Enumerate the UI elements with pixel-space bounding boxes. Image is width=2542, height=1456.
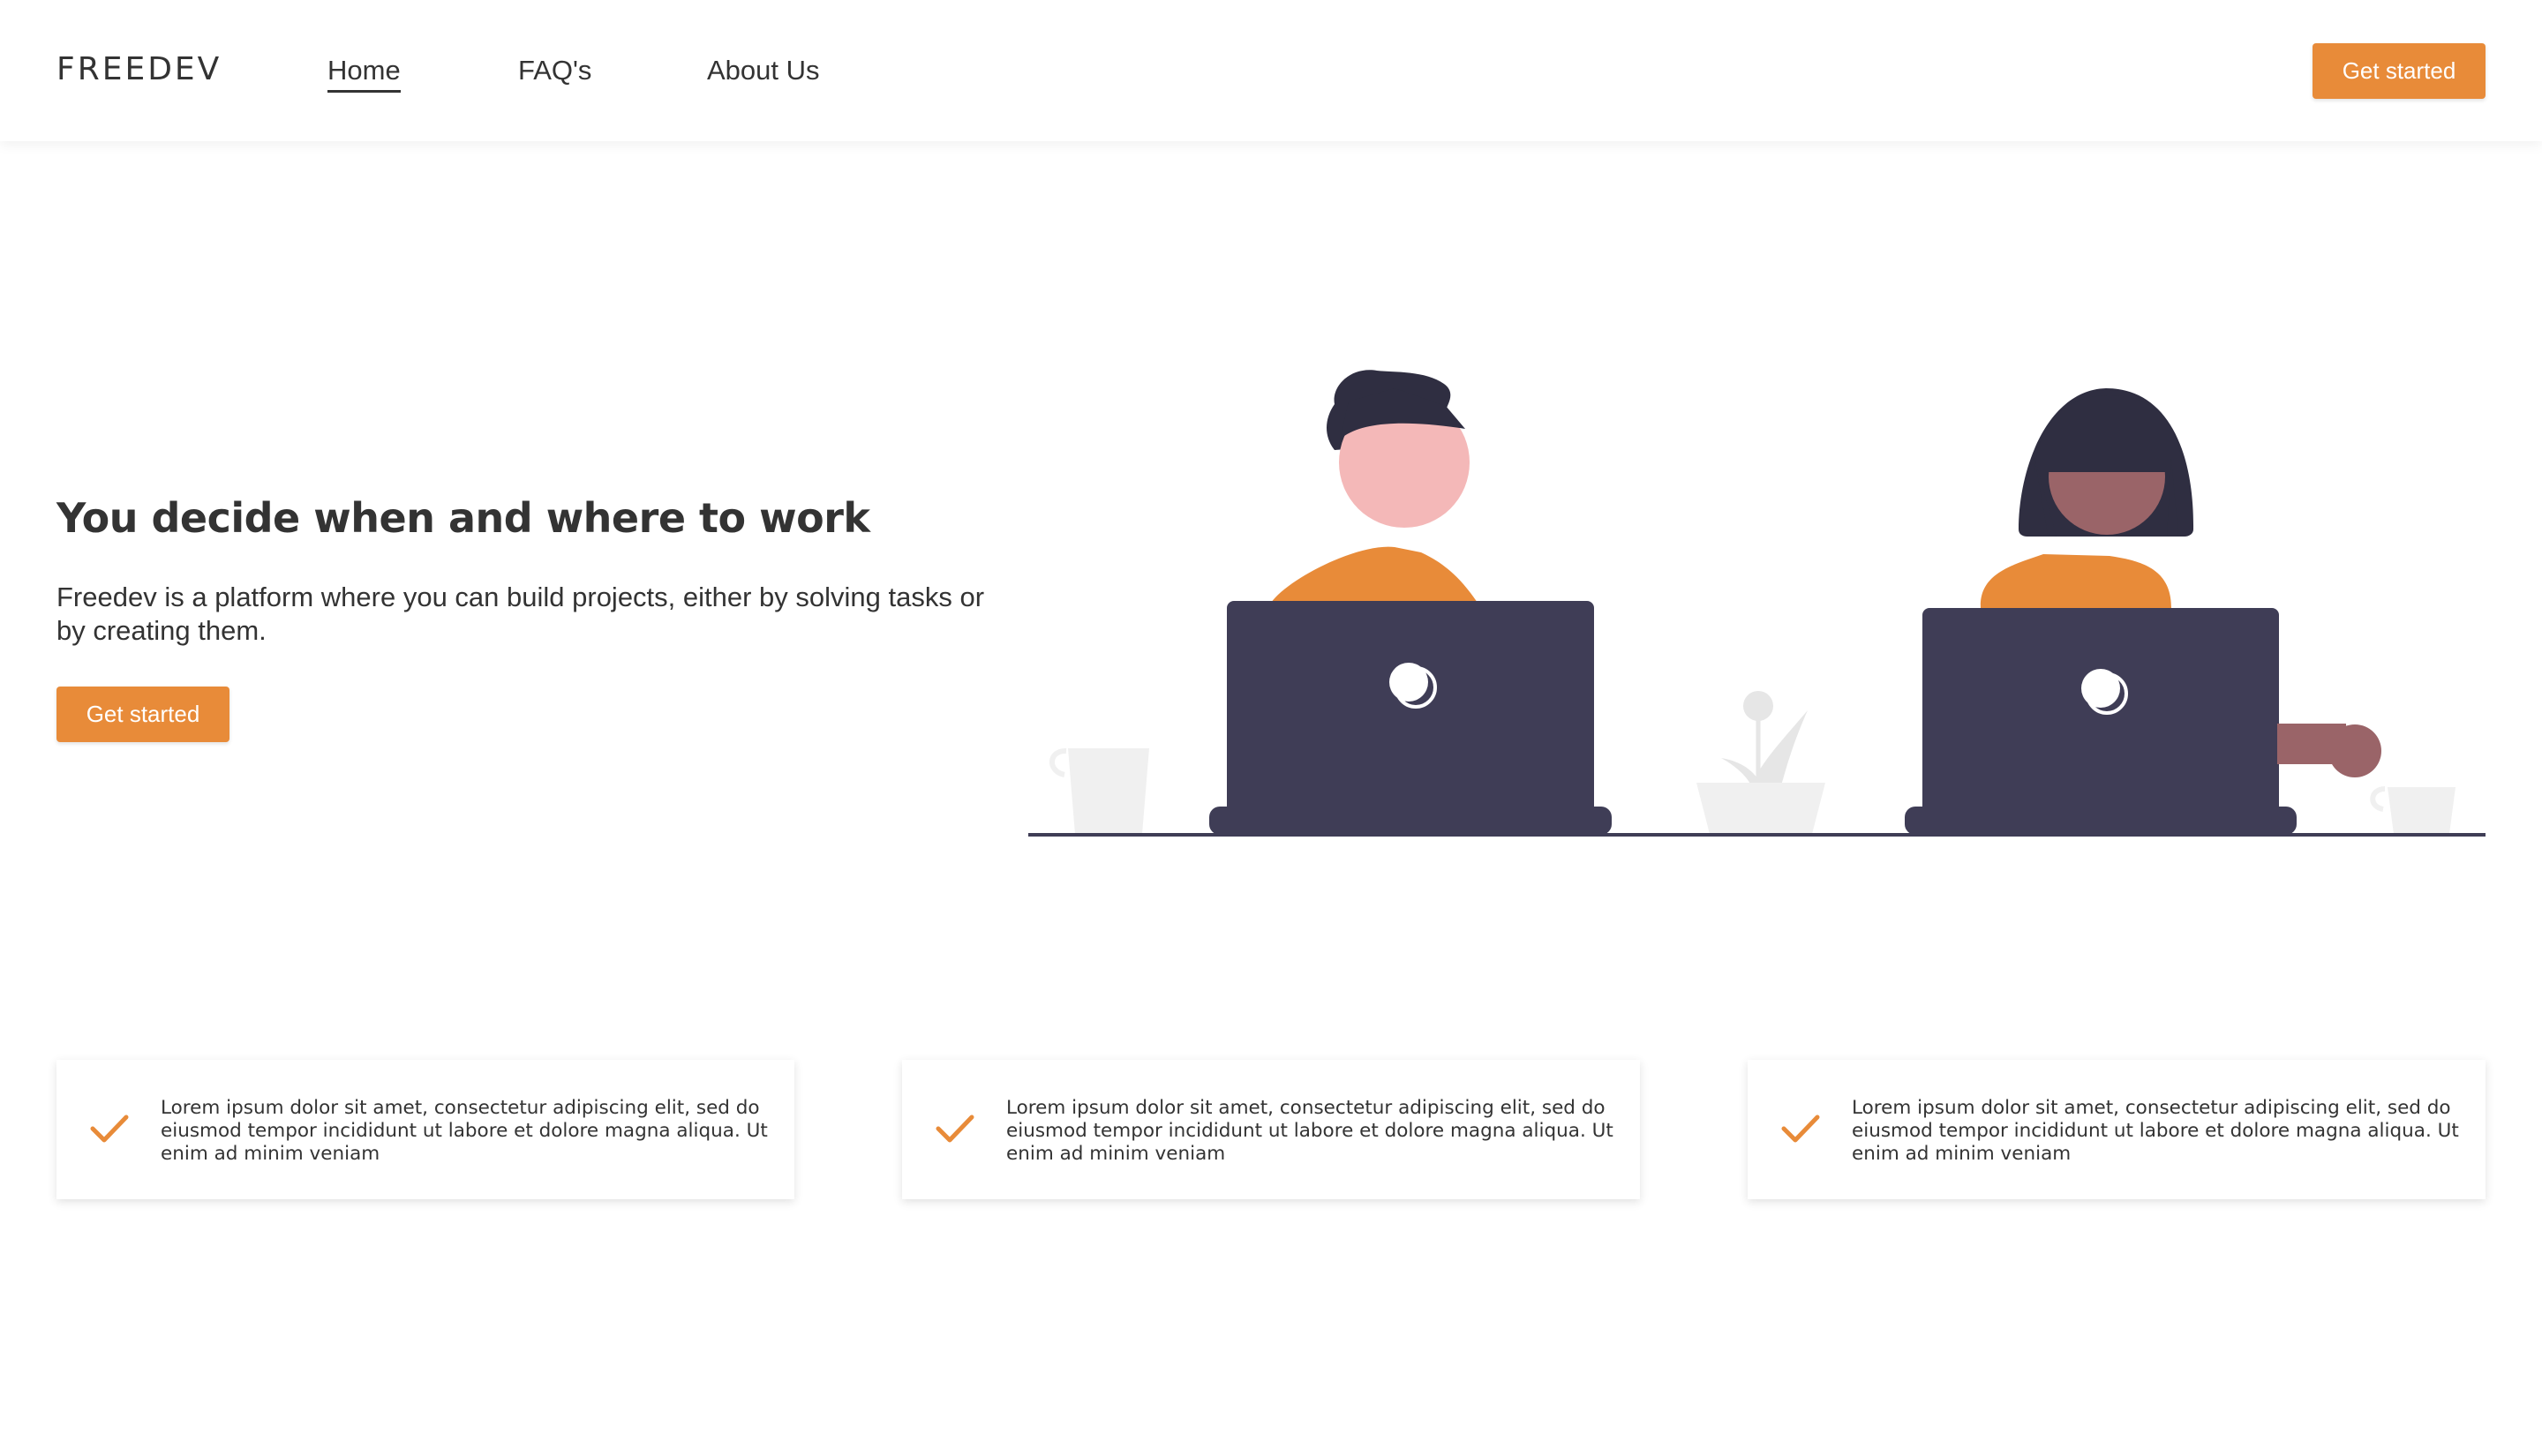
nav-link-faqs[interactable]: FAQ's [518,55,591,86]
hero-description: Freedev is a platform where you can buil… [56,582,985,646]
feature-text: Lorem ipsum dolor sit amet, consectetur … [1006,1097,1613,1165]
nav-link-home[interactable]: Home [327,55,401,93]
person-right-figure [1905,388,2381,835]
feature-card: Lorem ipsum dolor sit amet, consectetur … [1748,1060,2486,1199]
coffee-cup-right-icon [2370,786,2456,834]
nav-link-about-us[interactable]: About Us [707,55,820,86]
feature-text: Lorem ipsum dolor sit amet, consectetur … [161,1097,768,1165]
person-left-figure [1209,370,1612,835]
hero-title: You decide when and where to work [56,494,870,542]
check-icon [936,1115,974,1143]
feature-card: Lorem ipsum dolor sit amet, consectetur … [902,1060,1640,1199]
hero-get-started-button[interactable]: Get started [56,687,229,742]
plant-pot-icon [1696,691,1825,834]
header-get-started-button[interactable]: Get started [2313,43,2486,99]
feature-text: Lorem ipsum dolor sit amet, consectetur … [1852,1097,2459,1165]
navbar: FREEDEV Home FAQ's About Us Get started [0,0,2542,141]
logo[interactable]: FREEDEV [56,51,222,87]
check-icon [90,1115,129,1143]
coffee-cup-left-icon [1049,748,1149,834]
feature-card: Lorem ipsum dolor sit amet, consectetur … [56,1060,794,1199]
check-icon [1781,1115,1820,1143]
hero-illustration [1028,370,2486,837]
